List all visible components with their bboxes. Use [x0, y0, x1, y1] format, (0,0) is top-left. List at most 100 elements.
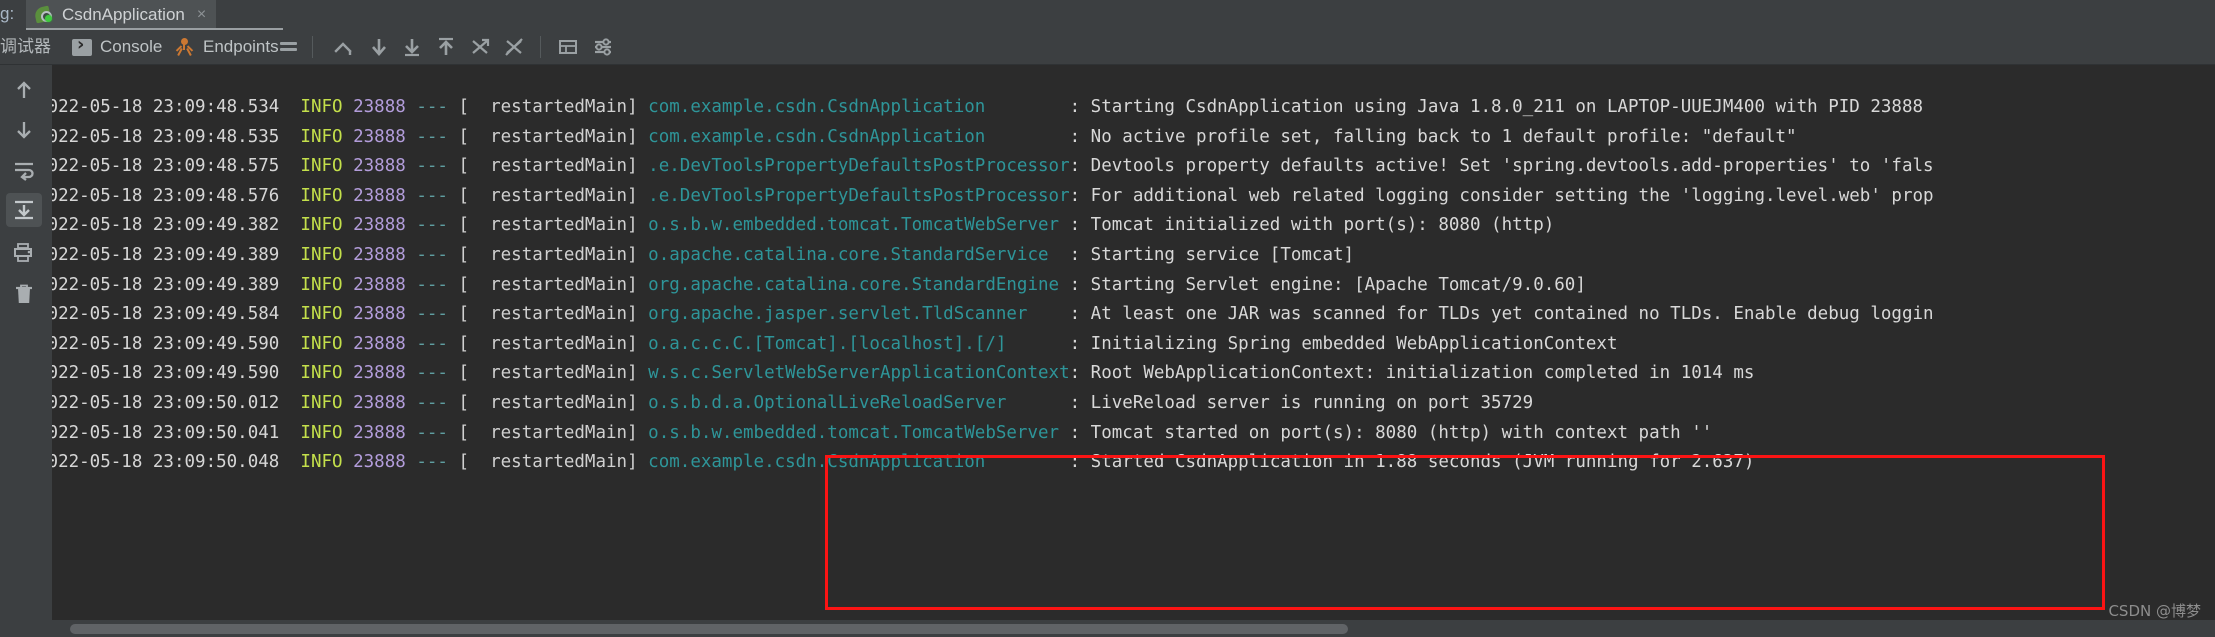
log-thread: [ restartedMain]	[458, 97, 638, 117]
toolbar-separator-2	[540, 36, 541, 58]
log-gap	[343, 156, 354, 176]
endpoints-icon	[175, 38, 195, 57]
log-gap	[343, 186, 354, 206]
log-gap	[448, 334, 459, 354]
spring-boot-icon	[33, 5, 54, 25]
log-gap	[343, 393, 354, 413]
log-timestamp: 2022-05-18 23:09:49.584	[47, 304, 301, 325]
log-gap	[406, 334, 417, 354]
log-timestamp: 2022-05-18 23:09:50.041	[47, 422, 301, 443]
log-timestamp: 2022-05-18 23:09:50.012	[47, 392, 301, 413]
tab-endpoints[interactable]: Endpoints	[175, 34, 279, 60]
menu-bars-icon[interactable]	[275, 34, 301, 60]
log-line: 2022-05-18 23:09:49.590 INFO 23888 --- […	[47, 330, 2205, 360]
run-tab-csdnapplication[interactable]: CsdnApplication ×	[26, 0, 217, 30]
log-line: 2022-05-18 23:09:50.048 INFO 23888 --- […	[47, 448, 2205, 478]
log-level: INFO	[300, 244, 343, 265]
horizontal-scrollbar-thumb[interactable]	[70, 624, 1348, 634]
log-gap	[638, 97, 649, 117]
log-timestamp: 2022-05-18 23:09:48.575	[47, 156, 301, 177]
log-gap	[406, 215, 417, 235]
log-gap	[406, 423, 417, 443]
log-level: INFO	[300, 156, 343, 177]
rerun-icon[interactable]	[467, 34, 493, 60]
watermark: CSDN @博梦	[2108, 602, 2201, 620]
log-gap	[406, 452, 417, 472]
log-gap	[406, 156, 417, 176]
log-message: : At least one JAR was scanned for TLDs …	[1069, 304, 1934, 325]
log-message: : For additional web related logging con…	[1069, 185, 1934, 206]
log-gap	[343, 245, 354, 265]
log-logger: .e.DevToolsPropertyDefaultsPostProcessor	[648, 185, 1070, 206]
log-gap	[448, 423, 459, 443]
idea-run-window: g: CsdnApplication × 调试器 Console Endpoin	[0, 0, 2215, 637]
download-icon[interactable]	[399, 34, 425, 60]
log-gap	[638, 423, 649, 443]
print-icon[interactable]	[6, 235, 42, 269]
console-output[interactable]: 2022-05-18 23:09:48.534 INFO 23888 --- […	[47, 65, 2215, 620]
log-timestamp: 2022-05-18 23:09:50.048	[47, 452, 301, 473]
log-gap	[406, 127, 417, 147]
log-gap	[448, 215, 459, 235]
log-gap	[448, 452, 459, 472]
tabbar-prefix-label: g:	[0, 4, 15, 23]
log-gap	[343, 127, 354, 147]
log-dash: ---	[416, 422, 448, 443]
log-logger: o.s.b.w.embedded.tomcat.TomcatWebServer	[648, 422, 1070, 443]
log-message: : LiveReload server is running on port 3…	[1069, 392, 1534, 413]
scroll-down-icon[interactable]	[6, 113, 42, 147]
log-timestamp: 2022-05-18 23:09:49.590	[47, 333, 301, 354]
soft-wrap-icon[interactable]	[6, 153, 42, 187]
log-gap	[448, 186, 459, 206]
log-dash: ---	[416, 215, 448, 236]
log-gap	[448, 245, 459, 265]
log-timestamp: 2022-05-18 23:09:49.389	[47, 244, 301, 265]
log-pid: 23888	[353, 392, 406, 413]
scroll-to-end-icon[interactable]	[6, 193, 42, 227]
log-timestamp: 2022-05-18 23:09:49.389	[47, 274, 301, 295]
log-gap	[638, 215, 649, 235]
log-gap	[638, 393, 649, 413]
log-thread: [ restartedMain]	[458, 363, 638, 384]
log-thread: [ restartedMain]	[458, 452, 638, 473]
log-message: : Starting service [Tomcat]	[1069, 244, 1355, 265]
log-message: : Root WebApplicationContext: initializa…	[1069, 363, 1755, 384]
log-message: : Started CsdnApplication in 1.88 second…	[1069, 452, 1755, 473]
horizontal-scrollbar[interactable]	[47, 620, 2215, 637]
debugger-tab-label[interactable]: 调试器	[0, 36, 51, 58]
scroll-up-icon[interactable]	[6, 73, 42, 107]
log-line: 2022-05-18 23:09:50.041 INFO 23888 --- […	[47, 419, 2205, 449]
log-dash: ---	[416, 363, 448, 384]
upload-icon[interactable]	[433, 34, 459, 60]
log-timestamp: 2022-05-18 23:09:49.590	[47, 363, 301, 384]
log-gap	[406, 363, 417, 383]
console-toolbar: 调试器 Console Endpoints	[0, 30, 2215, 94]
log-thread: [ restartedMain]	[458, 274, 638, 295]
scroll-down-icon[interactable]	[366, 34, 392, 60]
trash-icon[interactable]	[6, 277, 42, 311]
log-line: 2022-05-18 23:09:49.382 INFO 23888 --- […	[47, 211, 2205, 241]
log-gap	[638, 127, 649, 147]
log-gap	[448, 156, 459, 176]
log-gap	[448, 275, 459, 295]
table-icon[interactable]	[555, 34, 581, 60]
log-lines: 2022-05-18 23:09:48.534 INFO 23888 --- […	[47, 93, 2205, 478]
log-thread: [ restartedMain]	[458, 156, 638, 177]
log-pid: 23888	[353, 244, 406, 265]
log-gap	[638, 186, 649, 206]
log-gap	[343, 275, 354, 295]
settings-sliders-icon[interactable]	[590, 34, 616, 60]
log-pid: 23888	[353, 304, 406, 325]
stop-step-icon[interactable]	[501, 34, 527, 60]
close-icon[interactable]: ×	[193, 7, 206, 23]
log-dash: ---	[416, 244, 448, 265]
tab-endpoints-label: Endpoints	[203, 37, 279, 56]
tab-console[interactable]: Console	[72, 34, 162, 60]
log-pid: 23888	[353, 215, 406, 236]
log-pid: 23888	[353, 126, 406, 147]
log-line: 2022-05-18 23:09:48.534 INFO 23888 --- […	[47, 93, 2205, 123]
log-dash: ---	[416, 452, 448, 473]
log-logger: com.example.csdn.CsdnApplication	[648, 97, 1070, 117]
log-thread: [ restartedMain]	[458, 333, 638, 354]
soft-wrap-icon[interactable]	[330, 34, 356, 60]
